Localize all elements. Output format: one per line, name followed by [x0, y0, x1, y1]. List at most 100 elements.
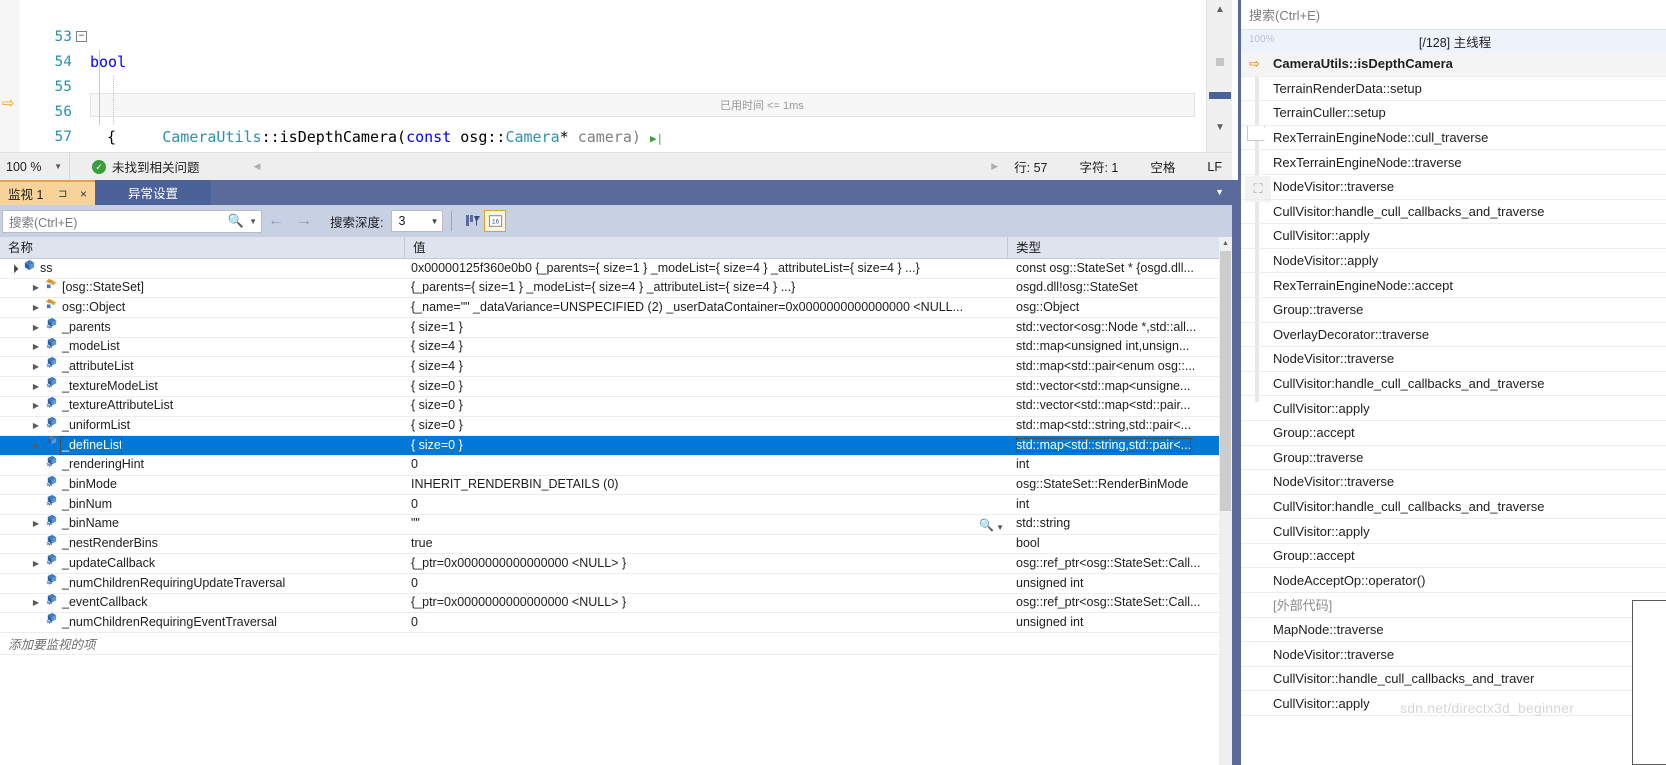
- chevron-down-icon[interactable]: ▼: [54, 162, 69, 171]
- call-stack-frame[interactable]: Group::accept: [1241, 421, 1666, 446]
- call-stack-frame[interactable]: TerrainCuller::setup: [1241, 101, 1666, 126]
- watch-row[interactable]: ▶ _modeList { size=4 } std::map<unsigned in…: [0, 337, 1219, 358]
- watch-row[interactable]: ▶ [osg::StateSet] {_parents={ size=1 } _mo…: [0, 279, 1219, 299]
- column-header-name[interactable]: 名称: [0, 236, 405, 259]
- call-stack-list[interactable]: ⇨ CameraUtils::isDepthCamera TerrainRender…: [1241, 52, 1666, 765]
- watch-row-value-cell[interactable]: {_name="" _dataVariance=UNSPECIFIED (2) …: [405, 298, 1008, 318]
- call-stack-frame[interactable]: NodeVisitor::traverse: [1241, 642, 1666, 667]
- watch-row-value-cell[interactable]: { size=4 }: [405, 357, 1008, 377]
- chevron-down-icon[interactable]: ▼: [996, 518, 1004, 534]
- scroll-thumb[interactable]: [1220, 251, 1231, 511]
- watch-vertical-scrollbar[interactable]: ▲: [1219, 237, 1232, 765]
- call-stack-search-box[interactable]: 搜索(Ctrl+E): [1241, 0, 1666, 30]
- expand-arrow-icon[interactable]: ▶: [30, 377, 42, 397]
- call-stack-frame[interactable]: NodeVisitor::traverse: [1241, 470, 1666, 495]
- watch-row-value-cell[interactable]: "" 🔍 ▼: [405, 514, 1008, 534]
- watch-row-value-cell[interactable]: 0: [405, 495, 1008, 515]
- watch-row-value-cell[interactable]: 0: [405, 455, 1008, 475]
- watch-row[interactable]: _nestRenderBins true bool: [0, 534, 1219, 555]
- watch-row-value-cell[interactable]: true: [405, 534, 1008, 554]
- watch-row[interactable]: ▶ _defineList { size=0 } std::map<std::stri…: [0, 435, 1219, 456]
- watch-row-value-cell[interactable]: { size=0 }: [405, 436, 1008, 456]
- watch-search-box[interactable]: 搜索(Ctrl+E) 🔍 ▼: [2, 209, 262, 233]
- expand-arrow-icon[interactable]: ▶: [30, 436, 42, 456]
- editor-vertical-scrollbar[interactable]: ▲ ▼: [1206, 0, 1232, 152]
- expand-arrow-icon[interactable]: ▶: [30, 514, 42, 534]
- code-line-55[interactable]: 55 {: [0, 50, 1232, 146]
- call-stack-frame[interactable]: CullVisitor::apply: [1241, 519, 1666, 544]
- call-stack-frame[interactable]: CullVisitor:handle_cull_callbacks_and_tr…: [1241, 495, 1666, 520]
- text-visualizer-icon[interactable]: 🔍: [979, 516, 994, 534]
- hex-display-button[interactable]: 16: [484, 210, 507, 232]
- scroll-up-arrow-icon[interactable]: ▲: [1219, 237, 1232, 250]
- watch-row-name-cell[interactable]: _numChildrenRequiringEventTraversal: [0, 613, 405, 633]
- watch-row-name-cell[interactable]: _binNum: [0, 495, 405, 515]
- prev-issue-icon[interactable]: ◀: [254, 161, 261, 172]
- tab-exception-settings[interactable]: 异常设置: [95, 180, 211, 205]
- watch-row-value-cell[interactable]: {_ptr=0x0000000000000000 <NULL> }: [405, 554, 1008, 574]
- watch-row[interactable]: ▶ _eventCallback {_ptr=0x0000000000000000 …: [0, 593, 1219, 614]
- format-specifier-button[interactable]: [462, 210, 484, 232]
- zoom-level-selector[interactable]: 100 % ▼: [0, 153, 70, 180]
- code-line-54[interactable]: 54 − CameraUtils::isDepthCamera(const os…: [0, 25, 1232, 146]
- watch-row[interactable]: ▶ _attributeList { size=4 } std::map<std::p…: [0, 357, 1219, 378]
- call-stack-frame[interactable]: MapNode::traverse: [1241, 618, 1666, 643]
- pin-icon[interactable]: ⊐: [55, 187, 70, 200]
- watch-row[interactable]: _numChildrenRequiringEventTraversal 0 unsi…: [0, 613, 1219, 634]
- watch-row-name-cell[interactable]: ▶ _modeList: [0, 337, 405, 357]
- chevron-down-icon[interactable]: ▼: [246, 217, 259, 226]
- column-header-type[interactable]: 类型: [1008, 237, 1219, 259]
- watch-row[interactable]: ▶ osg::Object {_name="" _dataVariance=UNSP…: [0, 298, 1219, 319]
- tab-overflow-chevron-icon[interactable]: ▼: [1215, 187, 1224, 197]
- watch-row[interactable]: _renderingHint 0 int: [0, 455, 1219, 476]
- search-depth-select[interactable]: 3 ▼: [391, 210, 444, 232]
- fold-toggle-icon[interactable]: −: [76, 31, 87, 42]
- watch-row-name-cell[interactable]: ▶ _textureAttributeList: [0, 396, 405, 416]
- watch-row-name-cell[interactable]: _renderingHint: [0, 455, 405, 475]
- watch-row[interactable]: ◢ ss 0x00000125f360e0b0 {_parents={ size=1…: [0, 259, 1219, 279]
- issue-status[interactable]: ✓ 未找到相关问题: [92, 157, 200, 176]
- watch-row[interactable]: _binMode INHERIT_RENDERBIN_DETAILS (0) osg…: [0, 475, 1219, 496]
- call-stack-frame[interactable]: Group::traverse: [1241, 298, 1666, 323]
- code-editor[interactable]: ⇨ 53 bool 54 − CameraUtils::isDepthCamer…: [0, 0, 1232, 152]
- expand-arrow-icon[interactable]: ▶: [30, 554, 42, 574]
- call-stack-frame[interactable]: Group::traverse: [1241, 446, 1666, 471]
- expand-arrow-icon[interactable]: ▶: [30, 318, 42, 338]
- expand-arrow-icon[interactable]: ▶: [30, 298, 42, 318]
- expand-arrow-icon[interactable]: ▶: [30, 396, 42, 416]
- watch-row-value-cell[interactable]: {_ptr=0x0000000000000000 <NULL> }: [405, 593, 1008, 613]
- scroll-up-arrow-icon[interactable]: ▲: [1207, 0, 1232, 20]
- call-stack-frame[interactable]: CullVisitor::apply: [1241, 691, 1666, 717]
- expand-arrow-icon[interactable]: ▶: [30, 278, 42, 298]
- code-line-57[interactable]: 57 return ss && ss->getDefinePair("OE_IS…: [0, 100, 1232, 145]
- call-stack-frame[interactable]: RexTerrainEngineNode::cull_traverse: [1241, 126, 1666, 151]
- call-stack-frame[interactable]: RexTerrainEngineNode::accept: [1241, 273, 1666, 298]
- search-next-icon[interactable]: →: [290, 212, 318, 230]
- expand-arrow-icon[interactable]: ▶: [30, 337, 42, 357]
- watch-row-value-cell[interactable]: INHERIT_RENDERBIN_DETAILS (0): [405, 475, 1008, 495]
- chevron-down-icon[interactable]: ▼: [431, 217, 439, 226]
- code-line-56[interactable]: 56 const osg::StateSet* ss = camera->get…: [0, 75, 1232, 120]
- call-stack-frame[interactable]: OverlayDecorator::traverse: [1241, 323, 1666, 348]
- call-stack-frame[interactable]: CullVisitor:handle_cull_callbacks_and_tr…: [1241, 372, 1666, 397]
- call-stack-frame[interactable]: CullVisitor:handle_cull_callbacks_and_tr…: [1241, 200, 1666, 225]
- watch-row-name-cell[interactable]: _nestRenderBins: [0, 534, 405, 554]
- call-stack-frame[interactable]: NodeVisitor::traverse: [1241, 347, 1666, 372]
- watch-row-value-cell[interactable]: { size=0 }: [405, 396, 1008, 416]
- next-issue-icon[interactable]: ▶: [991, 161, 998, 172]
- tab-watch-1[interactable]: 监视 1 ⊐ ×: [0, 180, 95, 205]
- watch-row-name-cell[interactable]: ▶ _textureModeList: [0, 377, 405, 397]
- watch-row-value-cell[interactable]: { size=0 }: [405, 416, 1008, 436]
- watch-row-value-cell[interactable]: { size=1 }: [405, 318, 1008, 338]
- close-icon[interactable]: ×: [78, 187, 87, 201]
- call-stack-frame[interactable]: [外部代码]: [1241, 593, 1666, 618]
- watch-row-name-cell[interactable]: ▶ _parents: [0, 317, 405, 338]
- add-watch-row[interactable]: 添加要监视的项: [0, 633, 1219, 656]
- watch-row[interactable]: ▶ _binName "" 🔍 ▼ std::string: [0, 514, 1219, 535]
- watch-row[interactable]: _numChildrenRequiringUpdateTraversal 0 uns…: [0, 573, 1219, 594]
- column-header-value[interactable]: 值: [405, 236, 1008, 259]
- watch-row[interactable]: _binNum 0 int: [0, 495, 1219, 515]
- watch-row-value-cell[interactable]: {_parents={ size=1 } _modeList={ size=4 …: [405, 278, 1008, 298]
- watch-row-name-cell[interactable]: ◢ ss: [0, 259, 405, 279]
- expand-arrow-icon[interactable]: ▶: [30, 357, 42, 377]
